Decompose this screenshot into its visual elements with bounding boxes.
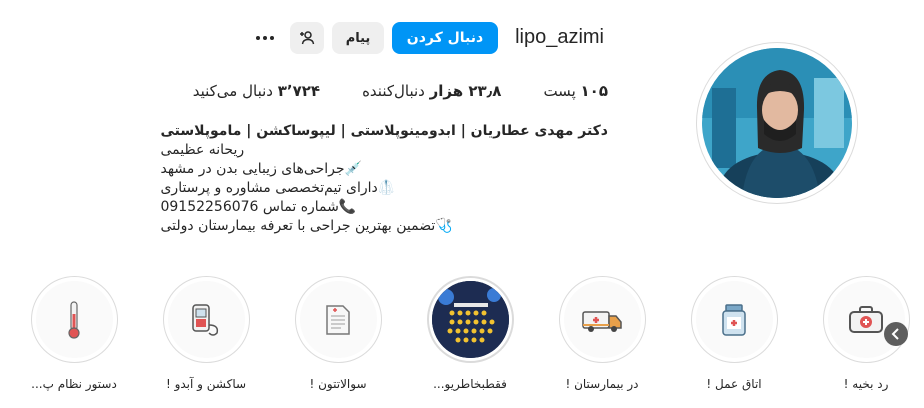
highlight-item[interactable]: ساکشن و آبدو ! xyxy=(156,276,256,391)
highlight-label: فقطبخاطریو... xyxy=(433,377,507,391)
highlight-item[interactable]: در بیمارستان ! xyxy=(552,276,652,391)
message-button[interactable]: پیام xyxy=(332,22,384,54)
avatar-photo xyxy=(702,48,852,198)
highlight-label: ساکشن و آبدو ! xyxy=(165,377,247,391)
posts-count: ۱۰۵ پست xyxy=(543,82,608,100)
highlight-item[interactable]: سوالاتتون ! xyxy=(288,276,388,391)
highlight-label: رد بخیه ! xyxy=(843,377,889,391)
profile-avatar[interactable] xyxy=(696,42,858,204)
highlight-label: در بیمارستان ! xyxy=(565,377,639,391)
chevron-left-icon xyxy=(891,328,899,340)
highlight-item[interactable]: اتاق عمل ! xyxy=(684,276,784,391)
highlight-label: دستور نظام پ... xyxy=(31,377,117,391)
suction-device-icon xyxy=(192,303,219,336)
bio-line: 🩺تضمین بهترین جراحی با تعرفه بیمارستان د… xyxy=(160,218,453,234)
suggested-accounts-button[interactable] xyxy=(290,22,324,54)
story-highlights: رد بخیه ! اتاق عمل ! در بیمارستان ! فقطب… xyxy=(0,276,924,406)
bio-line: 📞شماره تماس 09152256076 xyxy=(160,199,357,215)
bio-line: 💉جراحی‌های زیبایی بدن در مشهد xyxy=(160,161,362,177)
thermometer-icon xyxy=(68,300,80,339)
profile-bio: دکتر مهدی عطاریان | ابدومینوپلاستی | لیپ… xyxy=(160,122,608,236)
highlight-item[interactable]: دستور نظام پ... xyxy=(24,276,124,391)
highlight-item[interactable]: فقطبخاطریو... xyxy=(420,276,520,391)
faq-photo xyxy=(431,281,509,358)
profile-full-name: دکتر مهدی عطاریان | ابدومینوپلاستی | لیپ… xyxy=(160,123,608,139)
document-icon xyxy=(326,304,350,335)
highlight-label: اتاق عمل ! xyxy=(706,377,762,391)
highlights-next-button[interactable] xyxy=(884,322,908,346)
following-count[interactable]: ۳٬۷۲۴ دنبال می‌کنید xyxy=(193,82,320,100)
ambulance-icon xyxy=(582,310,622,332)
highlight-label: سوالاتتون ! xyxy=(309,377,367,391)
followers-count[interactable]: ۲۳٫۸ هزار دنبال‌کننده xyxy=(362,82,501,100)
profile-username: lipo_azimi xyxy=(515,26,604,48)
profile-stats: ۱۰۵ پست ۲۳٫۸ هزار دنبال‌کننده ۳٬۷۲۴ دنبا… xyxy=(193,82,608,100)
follow-button[interactable]: دنبال کردن xyxy=(392,22,498,54)
bio-line: 🥼دارای تیم‌تخصصی مشاوره و پرستاری xyxy=(160,180,396,196)
first-aid-kit-icon xyxy=(849,305,883,333)
bio-line: ریحانه عظیمی xyxy=(160,142,245,158)
medicine-bottle-icon xyxy=(722,303,746,336)
more-options-icon[interactable] xyxy=(252,28,278,48)
person-plus-icon xyxy=(300,31,315,45)
